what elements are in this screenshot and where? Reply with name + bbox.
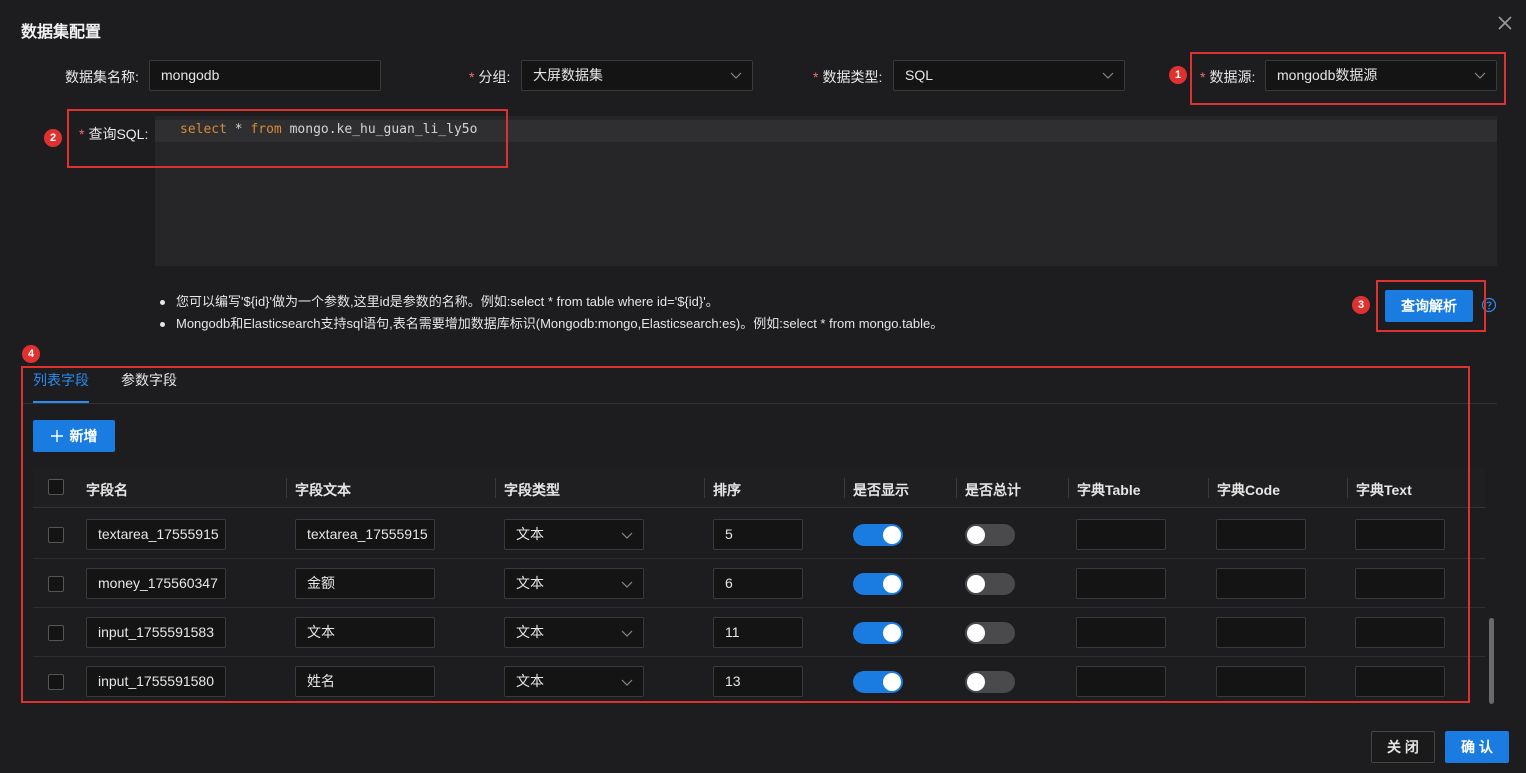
- dataset-config-dialog: 数据集配置 数据集名称: mongodb * 分组: 大屏数据集 * 数据类型: S…: [0, 0, 1526, 773]
- callout-badge-3: 3: [1352, 296, 1370, 314]
- callout-box-4: [21, 366, 1470, 703]
- sql-tips: 您可以编写'${id}'做为一个参数,这里id是参数的名称。例如:select …: [160, 291, 943, 335]
- tip-item: Mongodb和Elasticsearch支持sql语句,表名需要增加数据库标识…: [160, 313, 943, 335]
- chevron-down-icon: [1102, 72, 1114, 79]
- confirm-button[interactable]: 确 认: [1445, 731, 1509, 763]
- close-button[interactable]: 关 闭: [1371, 731, 1435, 763]
- close-icon[interactable]: [1494, 12, 1516, 34]
- group-label: * 分组:: [469, 69, 511, 85]
- data-type-select[interactable]: SQL: [893, 60, 1125, 91]
- group-select-value: 大屏数据集: [533, 67, 603, 83]
- dataset-name-label: 数据集名称:: [65, 69, 139, 85]
- chevron-down-icon: [730, 72, 742, 79]
- callout-badge-4: 4: [22, 345, 40, 363]
- callout-badge-2: 2: [44, 129, 62, 147]
- callout-box-3: [1376, 280, 1486, 332]
- tip-item: 您可以编写'${id}'做为一个参数,这里id是参数的名称。例如:select …: [160, 291, 943, 313]
- callout-badge-1: 1: [1169, 66, 1187, 84]
- data-type-select-value: SQL: [905, 67, 934, 83]
- callout-box-2: [67, 109, 508, 168]
- dialog-title: 数据集配置: [21, 24, 102, 41]
- dataset-name-input[interactable]: mongodb: [149, 60, 381, 91]
- table-scrollbar[interactable]: [1489, 618, 1494, 704]
- data-type-label: * 数据类型:: [813, 69, 883, 85]
- group-select[interactable]: 大屏数据集: [521, 60, 753, 91]
- callout-box-1: [1190, 52, 1506, 105]
